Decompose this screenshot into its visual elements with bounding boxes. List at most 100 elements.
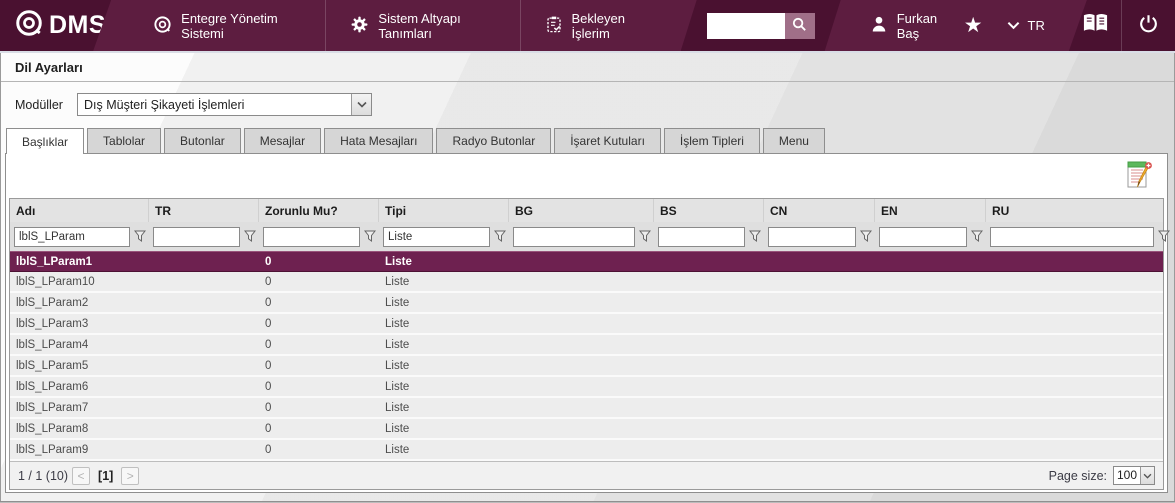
filter-input-zorunlu-mu[interactable] [263,226,360,247]
user-icon [869,14,889,37]
tab-menu[interactable]: Menu [762,128,825,153]
module-select[interactable]: Dış Müşteri Şikayeti İşlemleri [77,93,372,116]
qdms-logo[interactable]: DMS [0,0,111,51]
main-menu: Entegre Yönetim Sistemi Sistem Altyapı T… [129,0,675,51]
table-row[interactable]: lblS_LParam3 0 Liste [10,314,1163,335]
cell-adi: lblS_LParam6 [16,380,89,393]
filter-funnel-icon[interactable] [134,230,146,243]
edit-note-icon [1127,161,1152,187]
column-header-tipi[interactable]: Tipi [379,199,509,222]
table-row[interactable]: lblS_LParam9 0 Liste [10,440,1163,461]
navbar-search-segment [681,0,841,51]
tab-isaret-kutulari[interactable]: İşaret Kutuları [554,128,661,153]
tab-tablolar[interactable]: Tablolar [87,128,162,153]
menu-item-sistem-altyapi-tanimlari[interactable]: Sistem Altyapı Tanımları [325,0,519,51]
column-header-cn[interactable]: CN [764,199,875,222]
cell-tr [149,398,259,417]
column-header-en[interactable]: EN [875,199,986,222]
edit-note-button[interactable] [1123,158,1155,195]
column-header-bs[interactable]: BS [654,199,764,222]
cell-tr [149,377,259,396]
tab-hata-mesajlari[interactable]: Hata Mesajları [324,128,434,153]
menu-item-entegre-yonetim-sistemi[interactable]: Entegre Yönetim Sistemi [129,0,325,51]
page-size-label: Page size: [1048,468,1107,483]
tab-basliklar[interactable]: Başlıklar [6,128,85,154]
search-input[interactable] [707,13,785,39]
module-select-dropdown-button[interactable] [351,94,371,115]
filter-input-en[interactable] [879,226,967,247]
table-row[interactable]: lblS_LParam1 0 Liste [10,251,1163,272]
filter-input-ru[interactable] [990,226,1154,247]
table-row[interactable]: lblS_LParam10 0 Liste [10,272,1163,293]
filter-input-bg[interactable] [513,226,635,247]
filter-funnel-icon[interactable] [749,230,761,243]
pager-next-button[interactable]: > [121,466,140,485]
tab-radyo-butonlar[interactable]: Radyo Butonlar [436,128,552,153]
cell-adi: lblS_LParam3 [16,317,89,330]
pager-prev-button[interactable]: < [72,466,91,485]
page-size-select[interactable]: 100 [1113,466,1155,485]
filter-input-tipi[interactable] [383,226,490,247]
filter-input-bs[interactable] [658,226,745,247]
filter-input-tr[interactable] [153,226,240,247]
magnifier-icon [791,16,808,36]
cell-tr [149,252,259,271]
cell-tipi: Liste [385,317,410,330]
filter-input-adi[interactable] [14,226,130,247]
chevron-down-icon [1007,18,1020,33]
cell-tipi: Liste [385,275,410,288]
tab-islem-tipleri[interactable]: İşlem Tipleri [663,128,760,153]
cell-tipi: Liste [385,359,410,372]
favorites-button[interactable]: ★ [954,0,993,51]
table-row[interactable]: lblS_LParam2 0 Liste [10,293,1163,314]
search-button[interactable] [785,13,815,39]
column-header-ru[interactable]: RU [986,199,1163,222]
column-header-tr[interactable]: TR [149,199,259,222]
page-title-bar: Dil Ayarları [1,53,1174,82]
cell-zorunlu: 0 [265,255,272,268]
logout-button[interactable] [1121,0,1175,51]
table-row[interactable]: lblS_LParam4 0 Liste [10,335,1163,356]
table-row[interactable]: lblS_LParam7 0 Liste [10,398,1163,419]
table-row[interactable]: lblS_LParam8 0 Liste [10,419,1163,440]
cell-tipi: Liste [385,296,410,309]
filter-funnel-icon[interactable] [1158,230,1170,243]
filter-input-cn[interactable] [768,226,856,247]
filter-funnel-icon[interactable] [639,230,651,243]
clipboard-check-icon [545,15,563,37]
filter-funnel-icon[interactable] [244,230,256,243]
cell-adi: lblS_LParam2 [16,296,89,309]
cell-tipi: Liste [385,401,410,414]
cell-adi: lblS_LParam5 [16,359,89,372]
filter-funnel-icon[interactable] [494,230,506,243]
table-row[interactable]: lblS_LParam5 0 Liste [10,356,1163,377]
cell-tr [149,419,259,438]
user-menu[interactable]: Furkan Baş [869,0,954,51]
cell-adi: lblS_LParam7 [16,401,89,414]
column-header-adi[interactable]: Adı [10,199,149,222]
tab-butonlar[interactable]: Butonlar [164,128,241,153]
language-selector[interactable]: TR [993,0,1059,51]
navbar-right-segment [1068,0,1175,51]
help-book-button[interactable] [1069,0,1122,51]
menu-item-label: Entegre Yönetim Sistemi [181,10,278,41]
gear-icon [350,15,369,37]
table-row[interactable]: lblS_LParam6 0 Liste [10,377,1163,398]
page-size-dropdown-button[interactable] [1140,467,1154,484]
cell-zorunlu: 0 [265,317,272,330]
filter-funnel-icon[interactable] [971,230,983,243]
menu-item-bekleyen-islerim[interactable]: Bekleyen İşlerim [519,0,675,51]
grid-pager: 1 / 1 (10) < [1] > Page size: 100 [10,461,1163,489]
column-header-zorunlu-mu[interactable]: Zorunlu Mu? [259,199,379,222]
cell-adi: lblS_LParam4 [16,338,89,351]
grid-toolbar [6,154,1167,198]
tab-mesajlar[interactable]: Mesajlar [243,128,322,153]
pager-page-1[interactable]: [1] [98,469,113,483]
qdms-at-icon [14,8,44,43]
cell-zorunlu: 0 [265,359,272,372]
filter-funnel-icon[interactable] [364,230,376,243]
column-header-bg[interactable]: BG [509,199,654,222]
filter-funnel-icon[interactable] [860,230,872,243]
module-selector-label: Modüller [15,97,63,112]
cell-zorunlu: 0 [265,296,272,309]
